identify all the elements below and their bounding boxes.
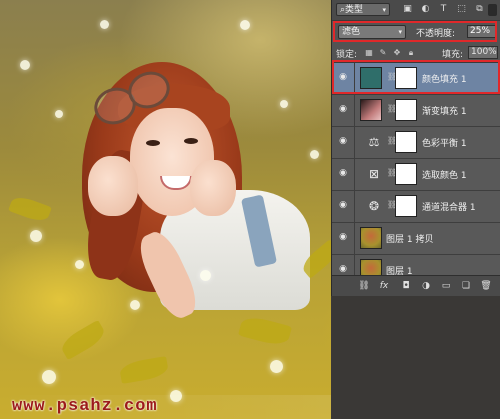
leaf	[118, 355, 170, 385]
shape-filter-icon[interactable]: ⬚	[456, 4, 467, 15]
right-hand	[190, 160, 236, 216]
right-eye	[184, 138, 198, 144]
layer-mask-thumbnail	[395, 195, 417, 217]
layer-name: 色彩平衡 1	[422, 139, 467, 149]
blend-mode-highlight-box	[333, 21, 497, 42]
leaf	[238, 313, 292, 349]
layer-style-fx-icon[interactable]: fx	[378, 280, 390, 292]
layer-row-selective-color[interactable]: ◉ ⊠ ⛓ 选取颜色 1	[332, 159, 500, 191]
bokeh-flower	[130, 300, 140, 310]
visibility-eye-icon[interactable]: ◉	[337, 105, 349, 114]
layer-row-layer-1-copy[interactable]: ◉ 图层 1 拷贝	[332, 223, 500, 255]
layer-name: 图层 1 拷贝	[386, 235, 434, 245]
visibility-eye-icon[interactable]: ◉	[337, 233, 349, 242]
bokeh-flower	[240, 20, 250, 30]
filter-kind-label: 类型	[345, 5, 364, 15]
bokeh-flower	[30, 230, 42, 242]
left-eye	[146, 140, 160, 146]
channel-mixer-icon: ❂	[368, 199, 380, 213]
panel-background-below	[331, 296, 500, 419]
bokeh-flower	[42, 370, 56, 384]
gradient-fill-thumbnail	[360, 99, 382, 121]
filter-toggle-switch[interactable]	[488, 4, 497, 16]
leaf	[8, 193, 52, 225]
smart-object-filter-icon[interactable]: ⧉	[474, 4, 485, 15]
lock-position-icon[interactable]: ✥	[392, 47, 402, 58]
layer-row-gradient-fill[interactable]: ◉ ⛓ 渐变填充 1	[332, 95, 500, 127]
balance-scale-icon: ⚖	[368, 135, 380, 149]
lock-transparent-icon[interactable]: ▦	[364, 47, 374, 58]
layer-mask-thumbnail	[395, 99, 417, 121]
divider	[354, 191, 355, 222]
layer-filter-bar: ⌕类型 ▾ ▣ ◐ T ⬚ ⧉	[332, 0, 500, 21]
visibility-eye-icon[interactable]: ◉	[337, 265, 349, 274]
link-layers-icon[interactable]: ⛓	[358, 280, 370, 292]
layer-mask-thumbnail	[395, 131, 417, 153]
new-layer-icon[interactable]: ❏	[460, 280, 472, 292]
leaf	[58, 319, 108, 361]
layer-row-channel-mixer[interactable]: ◉ ❂ ⛓ 通道混合器 1	[332, 191, 500, 223]
left-hand	[88, 156, 138, 216]
layer-name: 通道混合器 1	[422, 203, 476, 213]
lock-image-brush-icon[interactable]: ✎	[378, 47, 388, 58]
bokeh-flower	[310, 150, 319, 159]
photo-thumbnail	[360, 227, 382, 249]
divider	[354, 127, 355, 158]
selective-color-icon: ⊠	[368, 167, 380, 181]
divider	[354, 223, 355, 254]
add-mask-icon[interactable]: ◘	[400, 280, 412, 292]
lock-label: 锁定:	[336, 50, 358, 60]
divider	[354, 159, 355, 190]
visibility-eye-icon[interactable]: ◉	[337, 201, 349, 210]
trash-icon[interactable]: 🗑︎	[480, 280, 492, 292]
layer-name: 渐变填充 1	[422, 107, 467, 117]
new-adjustment-layer-icon[interactable]: ◑	[420, 280, 432, 292]
bokeh-flower	[55, 110, 63, 118]
visibility-eye-icon[interactable]: ◉	[337, 169, 349, 178]
visibility-eye-icon[interactable]: ◉	[337, 137, 349, 146]
fill-input[interactable]: 100%	[468, 46, 498, 59]
layers-bottom-toolbar: ⛓ fx ◘ ◑ ▭ ❏ 🗑︎	[332, 275, 500, 296]
bokeh-flower	[270, 360, 283, 373]
bokeh-flower	[75, 260, 84, 269]
layer-row-color-balance[interactable]: ◉ ⚖ ⛓ 色彩平衡 1	[332, 127, 500, 159]
chevron-down-icon: ▾	[382, 6, 386, 14]
layer-name: 选取颜色 1	[422, 171, 467, 181]
fill-label: 填充:	[442, 50, 464, 60]
pixel-filter-icon[interactable]: ▣	[402, 4, 413, 15]
layers-panel: ⌕类型 ▾ ▣ ◐ T ⬚ ⧉ 滤色 ▾ 不透明度: 25% 锁定: ▦ ✎ ✥…	[331, 0, 500, 296]
filter-kind-dropdown[interactable]: ⌕类型 ▾	[336, 3, 390, 16]
selected-layer-highlight-box	[332, 60, 500, 94]
divider	[354, 95, 355, 126]
bokeh-flower	[100, 20, 109, 29]
type-filter-icon[interactable]: T	[438, 4, 449, 15]
bokeh-flower	[20, 60, 30, 70]
new-group-folder-icon[interactable]: ▭	[440, 280, 452, 292]
layer-mask-thumbnail	[395, 163, 417, 185]
lock-all-icon[interactable]: 🔒︎	[406, 47, 416, 58]
adjustment-filter-icon[interactable]: ◐	[420, 4, 431, 15]
watermark: www.psahz.com	[12, 397, 158, 416]
bokeh-flower	[280, 100, 288, 108]
bokeh-flower	[200, 270, 211, 281]
